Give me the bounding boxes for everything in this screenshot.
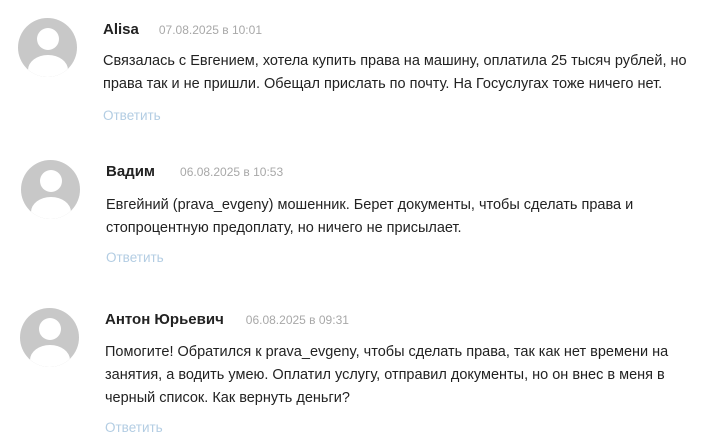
comment-date: 06.08.2025 в 10:53 (180, 165, 284, 179)
avatar (21, 160, 80, 219)
reply-link[interactable]: Ответить (106, 250, 164, 265)
comment-text-line: стопроцентную предоплату, но ничего не п… (106, 220, 462, 236)
comment-text: Помогите! Обратился к prava_evgeny, чтоб… (105, 341, 725, 410)
comment-author: Вадим (106, 163, 156, 180)
comment-text-line: занятия, а водить умею. Оплатил услугу, … (105, 367, 665, 383)
comment-text: Евгейний (prava_evgeny) мошенник. Берет … (106, 194, 726, 240)
comment-text-line: Помогите! Обратился к prava_evgeny, чтоб… (105, 344, 669, 360)
comment-meta: Вадим 06.08.2025 в 10:53 (106, 163, 283, 181)
comment-date: 07.08.2025 в 10:01 (158, 23, 262, 37)
comment-text-line: Евгейний (prava_evgeny) мошенник. Берет … (106, 197, 634, 213)
comment-date: 06.08.2025 в 09:31 (245, 313, 349, 327)
comment-author: Антон Юрьевич (105, 311, 224, 328)
comment-author: Alisa (103, 21, 139, 38)
reply-link[interactable]: Ответить (103, 108, 161, 123)
avatar (20, 308, 79, 367)
avatar (18, 18, 77, 77)
reply-link[interactable]: Ответить (105, 420, 163, 435)
comment-text-line: Связалась с Евгением, хотела купить прав… (103, 53, 687, 69)
comment-text-line: черный список. Как вернуть деньги? (105, 390, 350, 406)
comment-text: Связалась с Евгением, хотела купить прав… (103, 50, 723, 96)
comment-meta: Alisa 07.08.2025 в 10:01 (103, 21, 262, 39)
comment-text-line: права так и не пришли. Обещал прислать п… (103, 76, 663, 92)
comment-meta: Антон Юрьевич 06.08.2025 в 09:31 (105, 311, 349, 329)
